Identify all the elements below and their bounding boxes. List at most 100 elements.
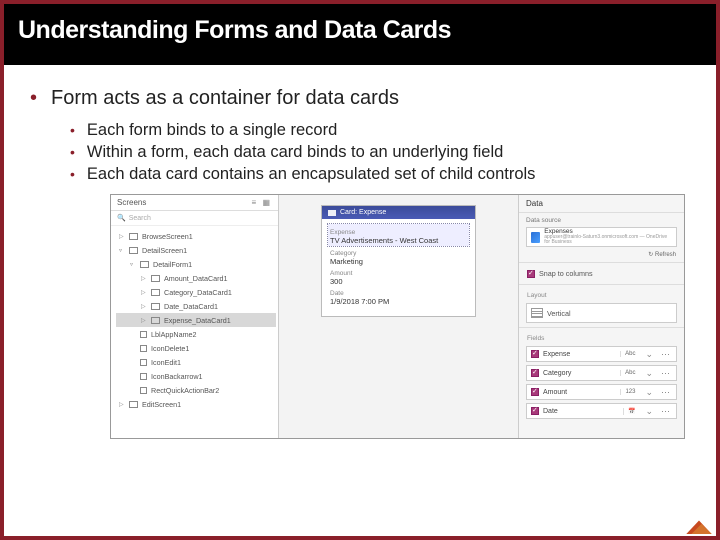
disclosure-icon: ▷ xyxy=(141,317,147,324)
bullet-text: Form acts as a container for data cards xyxy=(51,87,399,110)
tree-label: Category_DataCard1 xyxy=(164,288,232,297)
field-value: Marketing xyxy=(330,257,467,266)
field-name: Amount xyxy=(543,389,616,396)
field-type: Abc xyxy=(620,370,639,376)
more-icon[interactable]: ⋯ xyxy=(659,371,672,376)
fields-list: ExpenseAbc⌄⋯CategoryAbc⌄⋯Amount123⌄⋯Date… xyxy=(519,344,684,424)
refresh-button[interactable]: ↻ Refresh xyxy=(519,249,684,260)
embedded-screenshot: Screens ≡ ▦ 🔍 Search ▷BrowseScreen1▿Deta… xyxy=(110,194,685,439)
checkbox-icon[interactable] xyxy=(531,350,539,358)
field-value: 300 xyxy=(330,277,467,286)
screens-heading: Screens xyxy=(117,198,146,207)
tree-row[interactable]: RectQuickActionBar2 xyxy=(116,383,276,397)
bullet-dot: • xyxy=(70,165,75,184)
tree-row[interactable]: LblAppName2 xyxy=(116,327,276,341)
slide-title: Understanding Forms and Data Cards xyxy=(18,16,702,45)
node-icon xyxy=(151,275,160,282)
checkbox-icon[interactable] xyxy=(531,407,539,415)
screens-icons[interactable]: ≡ ▦ xyxy=(252,198,272,207)
field-label: Date xyxy=(330,290,467,297)
tree-row[interactable]: IconBackarrow1 xyxy=(116,369,276,383)
chevron-down-icon[interactable]: ⌄ xyxy=(643,371,655,376)
layout-value: Vertical xyxy=(547,309,571,318)
field-name: Date xyxy=(543,408,619,415)
tree-label: DetailForm1 xyxy=(153,260,192,269)
divider xyxy=(519,262,684,263)
chevron-down-icon[interactable]: ⌄ xyxy=(643,409,655,414)
tree-row[interactable]: ▷ EditScreen1 xyxy=(116,397,276,411)
bullet-level2: • Each data card contains an encapsulate… xyxy=(70,165,698,184)
field-type: Abc xyxy=(620,351,639,357)
bullet-text: Each form binds to a single record xyxy=(87,121,337,140)
field-row[interactable]: Date 📅 ⌄ ⋯ xyxy=(526,403,677,419)
tree-row[interactable]: ▷ Category_DataCard1 xyxy=(116,285,276,299)
checkbox-icon[interactable] xyxy=(531,388,539,396)
tree-row[interactable]: ▿ DetailForm1 xyxy=(116,257,276,271)
layout-icon xyxy=(531,308,543,318)
disclosure-icon: ▿ xyxy=(130,261,136,268)
snap-to-columns-row[interactable]: Snap to columns xyxy=(519,265,684,282)
search-icon: 🔍 xyxy=(117,214,126,222)
node-icon xyxy=(140,373,147,380)
more-icon[interactable]: ⋯ xyxy=(659,352,672,357)
field-type: 123 xyxy=(620,389,639,395)
tree-row[interactable]: ▷BrowseScreen1 xyxy=(116,229,276,243)
node-icon xyxy=(129,401,138,408)
snap-label: Snap to columns xyxy=(539,269,593,278)
node-icon xyxy=(140,359,147,366)
tree-label: Expense_DataCard1 xyxy=(164,316,231,325)
onedrive-icon xyxy=(531,232,540,243)
field-row[interactable]: Amount 123 ⌄ ⋯ xyxy=(526,384,677,400)
bullet-level1: • Form acts as a container for data card… xyxy=(30,87,698,110)
field-label: Amount xyxy=(330,270,467,277)
tree-row[interactable]: ▷Amount_DataCard1 xyxy=(116,271,276,285)
field-label: Category xyxy=(330,250,467,257)
form-preview[interactable]: Card: Expense ExpenseTV Advertisements -… xyxy=(321,205,476,317)
data-source-sub: appuser@trainlo-Saturn3.onmicrosoft.com … xyxy=(544,235,672,245)
field-row[interactable]: Category Abc ⌄ ⋯ xyxy=(526,365,677,381)
tree-label: Amount_DataCard1 xyxy=(164,274,228,283)
tree-label: IconEdit1 xyxy=(151,358,181,367)
field-value: 1/9/2018 7:00 PM xyxy=(330,297,467,306)
data-panel: Data Data source Expenses appuser@trainl… xyxy=(518,195,684,438)
chevron-down-icon[interactable]: ⌄ xyxy=(643,390,655,395)
checkbox-icon[interactable] xyxy=(527,270,535,278)
data-source-selector[interactable]: Expenses appuser@trainlo-Saturn3.onmicro… xyxy=(526,227,677,247)
card-icon xyxy=(328,210,336,216)
tree-row[interactable]: IconDelete1 xyxy=(116,341,276,355)
chevron-down-icon[interactable]: ⌄ xyxy=(643,352,655,357)
tree-label: DetailScreen1 xyxy=(142,246,187,255)
tree-row[interactable]: ▷Date_DataCard1 xyxy=(116,299,276,313)
node-icon xyxy=(151,303,160,310)
tree-label: IconDelete1 xyxy=(151,344,189,353)
disclosure-icon: ▷ xyxy=(141,289,147,296)
divider xyxy=(519,284,684,285)
screens-panel: Screens ≡ ▦ 🔍 Search ▷BrowseScreen1▿Deta… xyxy=(111,195,279,438)
form-canvas: Card: Expense ExpenseTV Advertisements -… xyxy=(279,195,518,438)
tree-row[interactable]: ▿DetailScreen1 xyxy=(116,243,276,257)
node-icon xyxy=(140,387,147,394)
slide-title-bar: Understanding Forms and Data Cards xyxy=(0,0,720,65)
field-row[interactable]: ExpenseAbc⌄⋯ xyxy=(526,346,677,362)
search-placeholder: Search xyxy=(129,215,151,222)
data-panel-heading: Data xyxy=(519,195,684,213)
layout-selector[interactable]: Vertical xyxy=(526,303,677,323)
more-icon[interactable]: ⋯ xyxy=(659,409,672,414)
bullet-level2: • Each form binds to a single record xyxy=(70,121,698,140)
node-icon xyxy=(151,289,160,296)
node-icon xyxy=(129,247,138,254)
checkbox-icon[interactable] xyxy=(531,369,539,377)
tree-label: RectQuickActionBar2 xyxy=(151,386,219,395)
field-name: Category xyxy=(543,370,616,377)
tree-label: BrowseScreen1 xyxy=(142,232,193,241)
tree-row[interactable]: IconEdit1 xyxy=(116,355,276,369)
more-icon[interactable]: ⋯ xyxy=(659,390,672,395)
node-icon xyxy=(140,331,147,338)
disclosure-icon: ▷ xyxy=(119,401,125,408)
search-input[interactable]: 🔍 Search xyxy=(111,211,278,226)
tree-row[interactable]: ▷ Expense_DataCard1 xyxy=(116,313,276,327)
tree-label: EditScreen1 xyxy=(142,400,181,409)
field-type: 📅 xyxy=(623,408,639,415)
node-icon xyxy=(129,233,138,240)
bullet-dot: • xyxy=(30,87,37,109)
